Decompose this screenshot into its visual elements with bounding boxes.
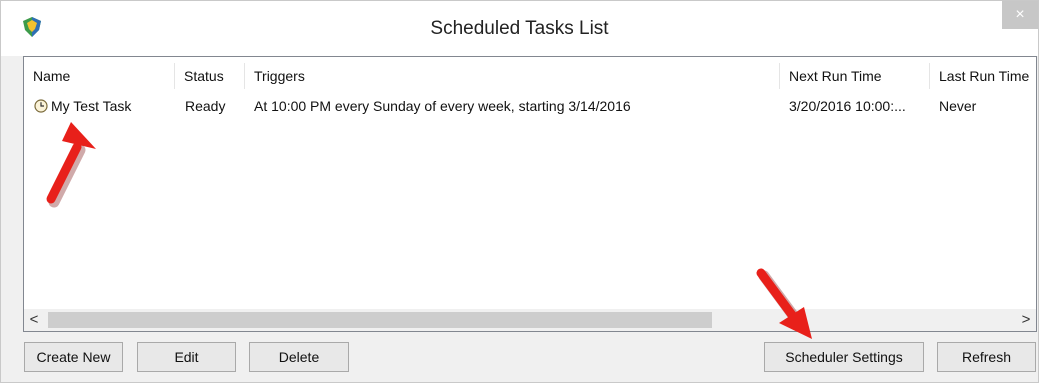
scroll-thumb[interactable] — [48, 312, 712, 328]
task-next-run-time: 3/20/2016 10:00:... — [789, 98, 906, 114]
title-bar: Scheduled Tasks List × — [1, 1, 1038, 56]
scheduled-tasks-window: Scheduled Tasks List × Name Status Trigg… — [0, 0, 1039, 383]
close-icon: × — [1015, 6, 1025, 23]
horizontal-scrollbar[interactable]: < > — [24, 309, 1036, 331]
edit-button[interactable]: Edit — [137, 342, 236, 372]
window-title: Scheduled Tasks List — [430, 18, 609, 39]
close-button[interactable]: × — [1002, 1, 1038, 29]
task-triggers: At 10:00 PM every Sunday of every week, … — [254, 98, 631, 114]
task-status: Ready — [185, 98, 226, 114]
tasks-list[interactable]: Name Status Triggers Next Run Time Last … — [23, 56, 1037, 332]
column-header-name[interactable]: Name — [24, 63, 175, 89]
clock-icon — [34, 99, 48, 113]
delete-button[interactable]: Delete — [249, 342, 349, 372]
scroll-right-icon[interactable]: > — [1016, 309, 1036, 331]
create-new-button[interactable]: Create New — [24, 342, 123, 372]
scroll-left-icon[interactable]: < — [24, 309, 44, 331]
column-header-next-run-time[interactable]: Next Run Time — [780, 63, 930, 89]
task-name: My Test Task — [51, 98, 132, 114]
column-header-triggers[interactable]: Triggers — [245, 63, 780, 89]
column-header-last-run-time[interactable]: Last Run Time — [930, 63, 1036, 89]
scheduler-settings-button[interactable]: Scheduler Settings — [764, 342, 924, 372]
column-header-status[interactable]: Status — [175, 63, 245, 89]
refresh-button[interactable]: Refresh — [937, 342, 1036, 372]
task-last-run-time: Never — [939, 98, 977, 114]
